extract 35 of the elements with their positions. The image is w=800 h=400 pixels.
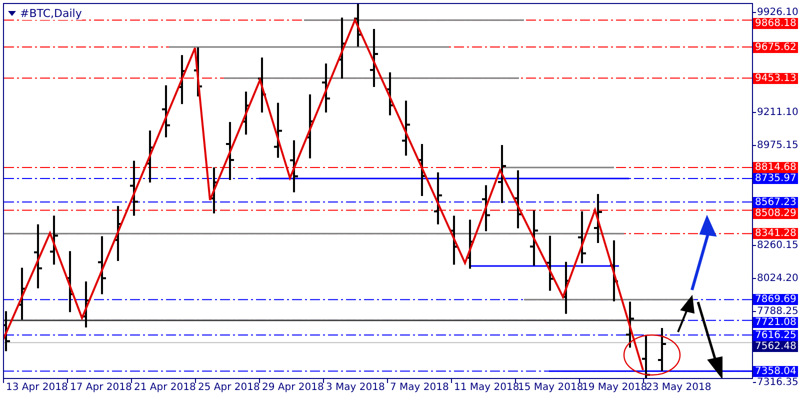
date-tick-label: 21 Apr 2018	[134, 382, 196, 394]
price-tick-label: 8260.15	[757, 240, 798, 250]
date-tick-label: 11 May 2018	[454, 382, 520, 394]
up-arrow	[677, 294, 695, 332]
price-level-label: 7721.08	[753, 316, 798, 328]
date-tick-label: 25 Apr 2018	[198, 382, 260, 394]
price-tick-label: 8024.20	[757, 272, 798, 284]
price-level-label: 7562.48	[753, 340, 798, 352]
date-tick-label: 15 May 2018	[518, 382, 584, 394]
price-level-label: 9453.13	[753, 72, 798, 84]
date-tick-label: 3 May 2018	[326, 382, 385, 394]
price-level-label: 7616.25	[753, 330, 798, 341]
price-level-label: 8567.23	[753, 196, 798, 208]
date-tick-label: 7 May 2018	[390, 382, 449, 394]
price-level-label: 7869.69	[753, 294, 798, 306]
price-tick-label: 9211.10	[757, 106, 798, 118]
price-level-label: 8735.97	[753, 172, 798, 184]
date-tick-label: 29 Apr 2018	[262, 382, 324, 394]
price-level-label: 7358.04	[753, 366, 798, 377]
price-level-label: 8341.28	[753, 228, 798, 240]
price-level-label: 8508.29	[753, 208, 798, 219]
price-level-label: 9868.18	[753, 18, 798, 28]
price-level-label: 8814.68	[753, 162, 798, 173]
price-tick-label: 8975.15	[757, 140, 798, 150]
date-tick-label: 23 May 2018	[646, 382, 712, 394]
chart-title: #BTC,Daily	[20, 7, 82, 20]
dropdown-triangle-icon[interactable]	[8, 11, 16, 16]
date-tick-label: 13 Apr 2018	[6, 382, 68, 394]
price-tick-label: 7316.35	[757, 376, 798, 388]
highlight-circle	[623, 334, 681, 376]
price-tick-label: 9926.10	[757, 6, 798, 18]
date-tick-label: 17 Apr 2018	[70, 382, 132, 394]
price-tick-label: 7788.25	[757, 306, 798, 316]
price-level-label: 9675.62	[753, 42, 798, 53]
date-tick-label: 19 May 2018	[582, 382, 648, 394]
